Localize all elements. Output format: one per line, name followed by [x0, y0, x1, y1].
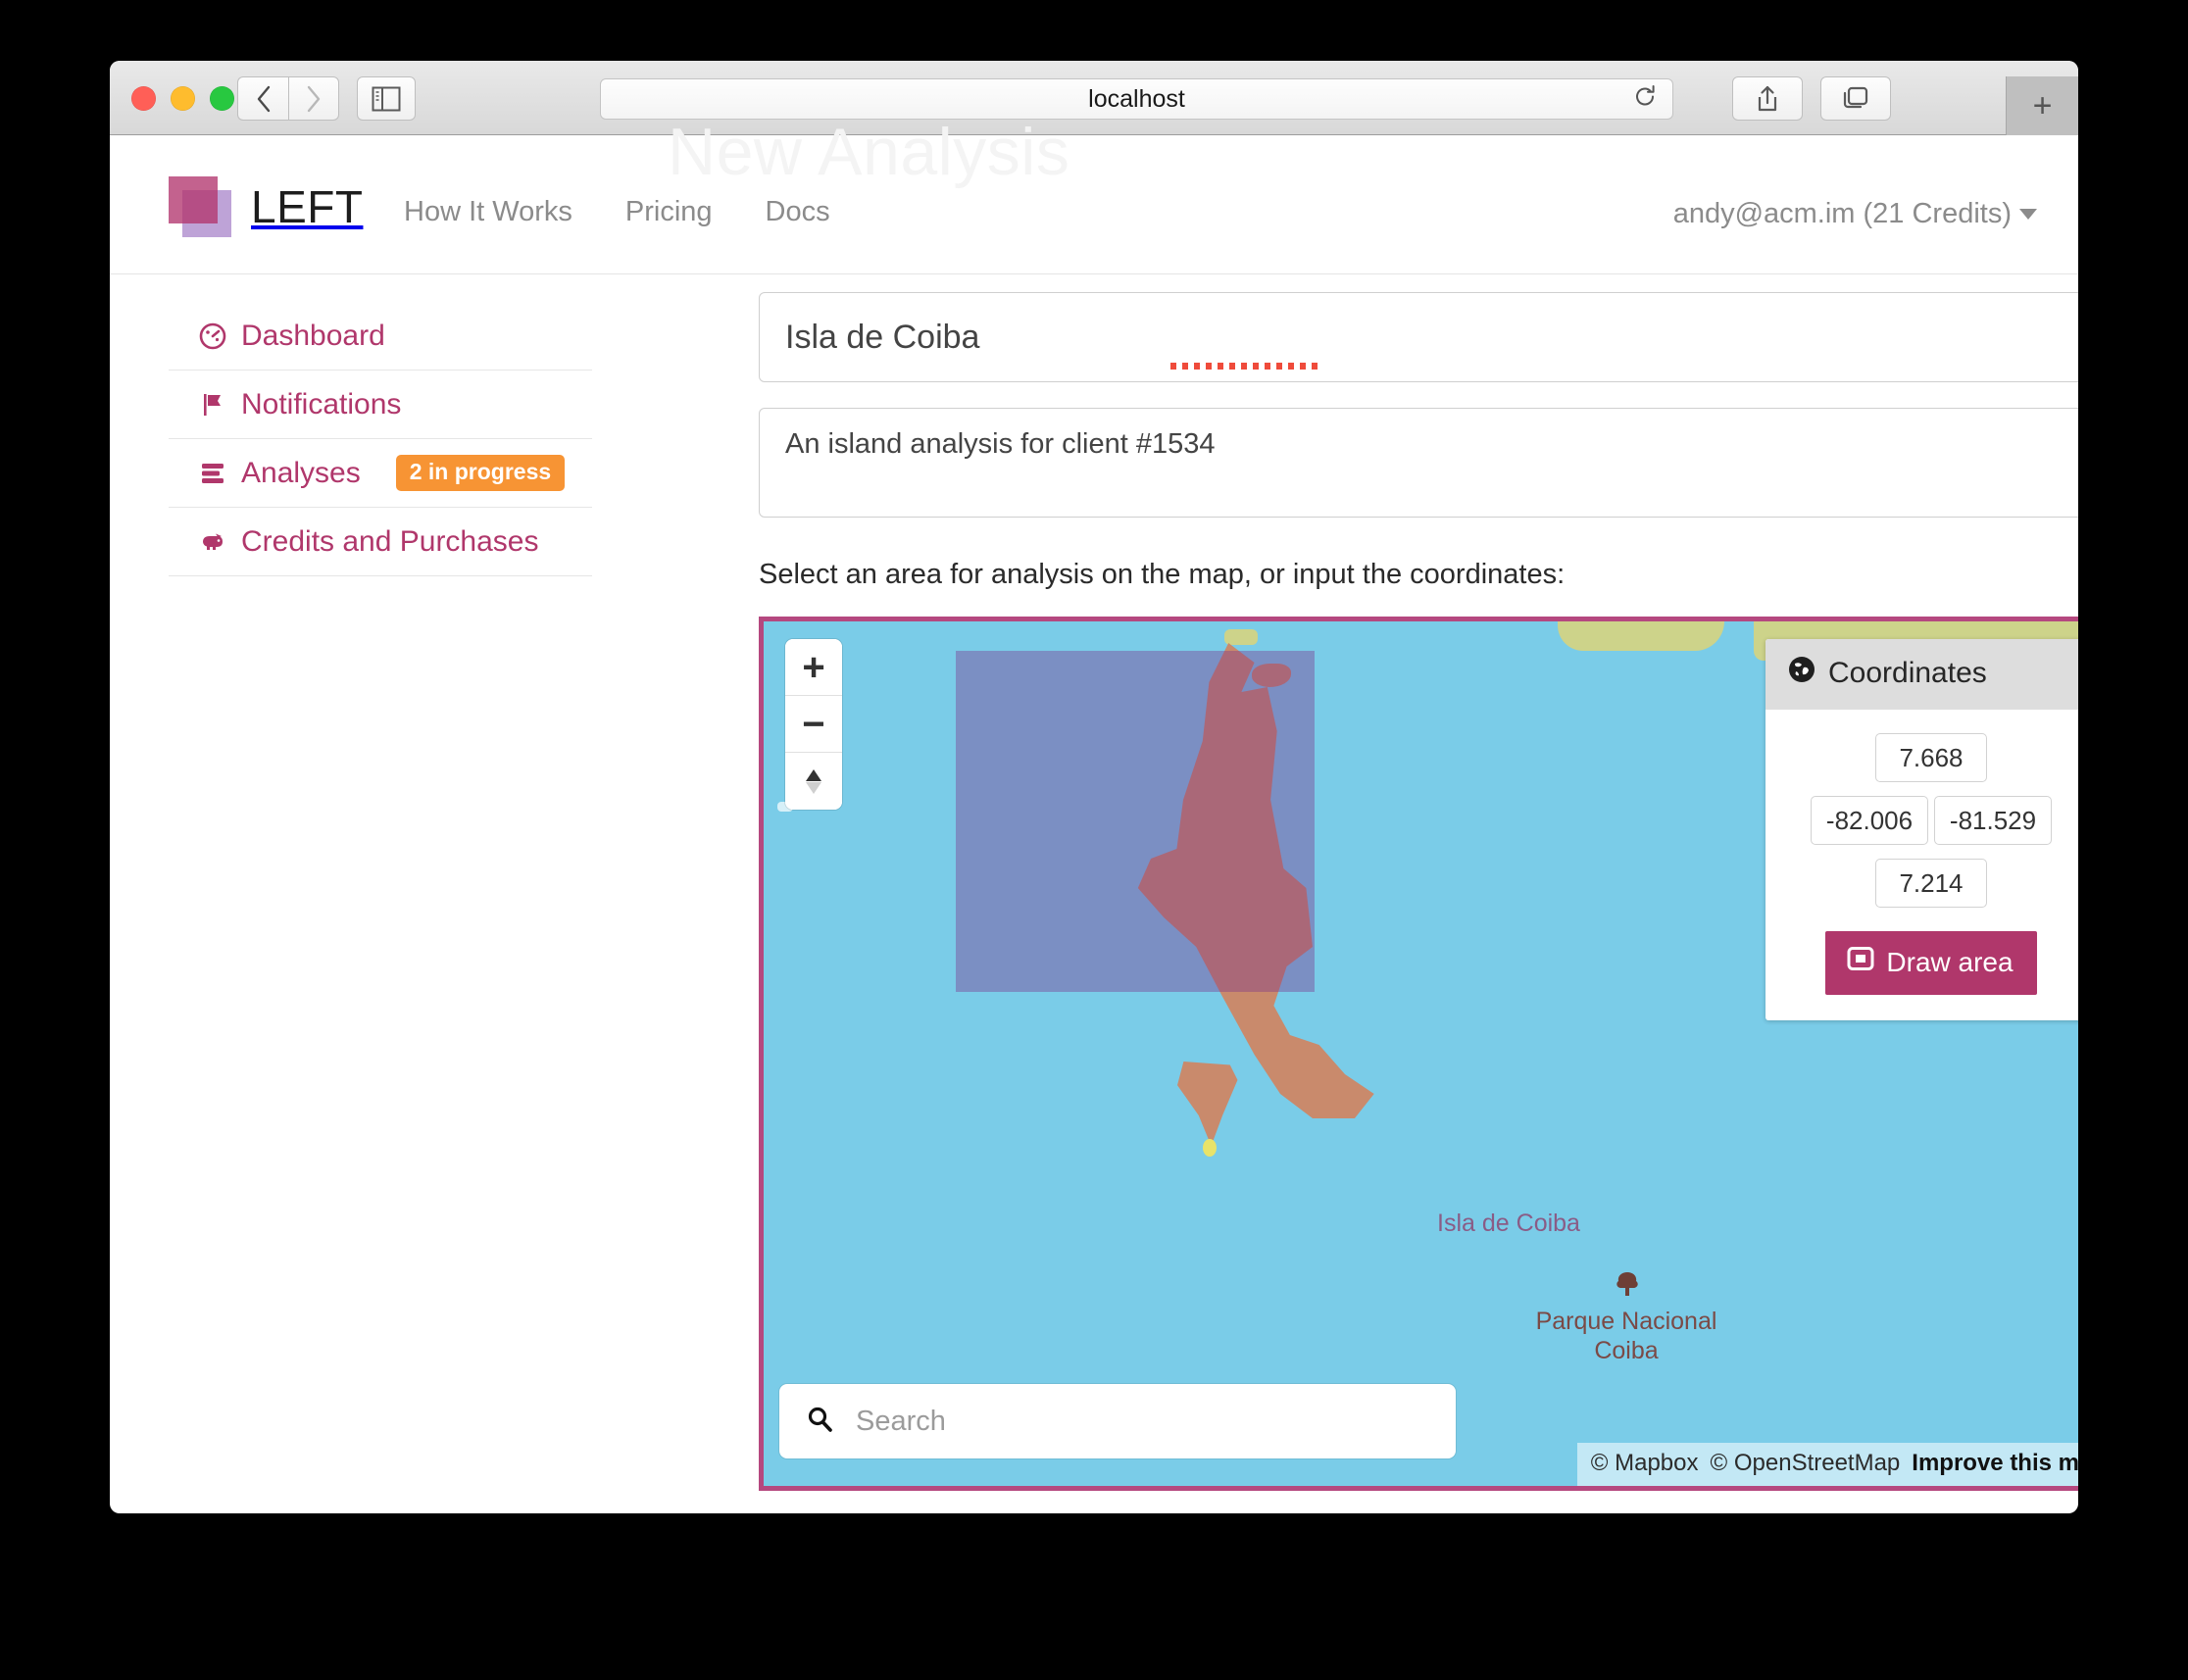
compass-icon: [806, 769, 821, 794]
sidebar-toggle-icon: [372, 86, 401, 111]
sidebar-item-label: Dashboard: [241, 319, 385, 352]
main-content: Select an area for analysis on the map, …: [759, 292, 2078, 1491]
chevron-down-icon: [2019, 209, 2037, 220]
coordinates-panel-title: Coordinates: [1828, 657, 1987, 689]
draw-area-label: Draw area: [1886, 946, 2014, 977]
map-instruction-label: Select an area for analysis on the map, …: [759, 559, 1566, 590]
brand-logo[interactable]: LEFT: [169, 176, 363, 237]
coordinates-panel-body: Draw area: [1765, 710, 2078, 1020]
analysis-title-input[interactable]: [759, 292, 2078, 382]
app-header: New Analysis LEFT How It Works Pricing D…: [110, 115, 2078, 274]
map-label-island: Isla de Coiba: [1437, 1210, 1580, 1237]
map-attribution: © Mapbox © OpenStreetMap Improve this ma…: [1576, 1443, 2078, 1486]
coordinate-east-input[interactable]: [1934, 796, 2052, 845]
main-nav: How It Works Pricing Docs: [404, 196, 830, 228]
reload-button[interactable]: [1631, 83, 1659, 116]
globe-icon: [1787, 655, 1816, 692]
sidebar-item-analyses[interactable]: Analyses 2 in progress: [169, 439, 592, 508]
plus-icon: +: [802, 645, 825, 689]
map-search-input[interactable]: [856, 1405, 1405, 1438]
sidebar: Dashboard Notifications Analyses 2 in pr…: [169, 302, 592, 576]
zoom-in-button[interactable]: +: [785, 639, 842, 696]
chevron-right-icon: [307, 85, 321, 112]
search-icon: [805, 1405, 834, 1439]
landmass: [1224, 629, 1258, 645]
minimize-window-button[interactable]: [171, 86, 195, 111]
logo-squares-icon: [169, 176, 233, 237]
draw-area-button[interactable]: Draw area: [1825, 931, 2037, 995]
minus-icon: −: [802, 702, 825, 746]
sidebar-item-label: Notifications: [241, 387, 402, 420]
flag-icon: [198, 391, 227, 419]
url-text: localhost: [1088, 84, 1185, 113]
sidebar-item-label: Analyses: [241, 456, 361, 489]
coordinate-row-west-east: [1811, 796, 2052, 845]
share-icon: [1758, 85, 1777, 111]
map-zoom-controls: + −: [785, 639, 842, 810]
landmass: [1558, 621, 1724, 651]
beach-tip: [1203, 1139, 1217, 1157]
account-menu[interactable]: andy@acm.im (21 Credits): [1673, 198, 2037, 230]
show-tabs-icon: [1843, 86, 1868, 108]
sidebar-toggle-button[interactable]: [357, 76, 416, 121]
browser-window: localhost + New Analysis LEFT How It Wor…: [110, 61, 2078, 1513]
maximize-window-button[interactable]: [210, 86, 234, 111]
coordinate-south-input[interactable]: [1875, 859, 1987, 908]
map-search-box[interactable]: [779, 1384, 1456, 1458]
status-badge: 2 in progress: [395, 455, 566, 491]
sidebar-item-credits-and-purchases[interactable]: Credits and Purchases: [169, 508, 592, 576]
coordinate-west-input[interactable]: [1811, 796, 1928, 845]
piggy-bank-icon: [198, 528, 227, 556]
dashboard-gauge-icon: [198, 322, 227, 350]
window-traffic-lights: [131, 86, 234, 111]
new-tab-label: +: [2032, 87, 2053, 124]
close-window-button[interactable]: [131, 86, 156, 111]
map-label-park-line1: Parque Nacional: [1535, 1308, 1717, 1335]
sidebar-item-label: Credits and Purchases: [241, 524, 539, 558]
coordinates-panel: Coordinates 7.668 -82.006 -81.529 7.214 …: [1765, 639, 2078, 1020]
account-label: andy@acm.im (21 Credits): [1672, 198, 2012, 229]
analysis-description-input[interactable]: [759, 408, 2078, 518]
back-button[interactable]: [237, 76, 288, 121]
reload-icon: [1636, 85, 1655, 106]
compass-button[interactable]: [785, 753, 842, 810]
draw-area-icon: [1847, 945, 1874, 979]
nav-item-pricing[interactable]: Pricing: [625, 196, 713, 228]
page-title: New Analysis: [668, 115, 1070, 189]
selection-rectangle[interactable]: [956, 651, 1315, 992]
map-label-park: Parque Nacional Coiba: [1536, 1308, 1717, 1365]
brand-name: LEFT: [251, 181, 364, 232]
tree-icon: [1613, 1268, 1642, 1307]
map-label-park-line2: Coiba: [1594, 1336, 1659, 1364]
attribution-osm: © OpenStreetMap: [1710, 1450, 1901, 1476]
improve-this-map-link[interactable]: Improve this map: [1912, 1450, 2078, 1477]
coordinates-panel-header: Coordinates: [1765, 639, 2078, 710]
sidebar-item-dashboard[interactable]: Dashboard: [169, 302, 592, 371]
browser-titlebar: localhost +: [110, 61, 2078, 135]
coordinate-north-input[interactable]: [1875, 733, 1987, 782]
zoom-out-button[interactable]: −: [785, 696, 842, 753]
nav-item-docs[interactable]: Docs: [766, 196, 830, 228]
map-canvas[interactable]: Isla de Coiba Parque Nacional Coiba + − …: [759, 617, 2078, 1491]
islet-south: [1177, 1062, 1238, 1146]
server-stack-icon: [198, 460, 227, 487]
show-tabs-button[interactable]: [1820, 76, 1891, 121]
new-tab-button[interactable]: +: [2006, 76, 2078, 135]
nav-item-how-it-works[interactable]: How It Works: [404, 196, 572, 228]
chevron-left-icon: [257, 85, 270, 112]
forward-button[interactable]: [288, 76, 339, 121]
attribution-mapbox: © Mapbox: [1590, 1450, 1699, 1476]
app-body: Dashboard Notifications Analyses 2 in pr…: [110, 274, 2078, 1513]
share-button[interactable]: [1732, 76, 1803, 121]
sidebar-item-notifications[interactable]: Notifications: [169, 371, 592, 439]
